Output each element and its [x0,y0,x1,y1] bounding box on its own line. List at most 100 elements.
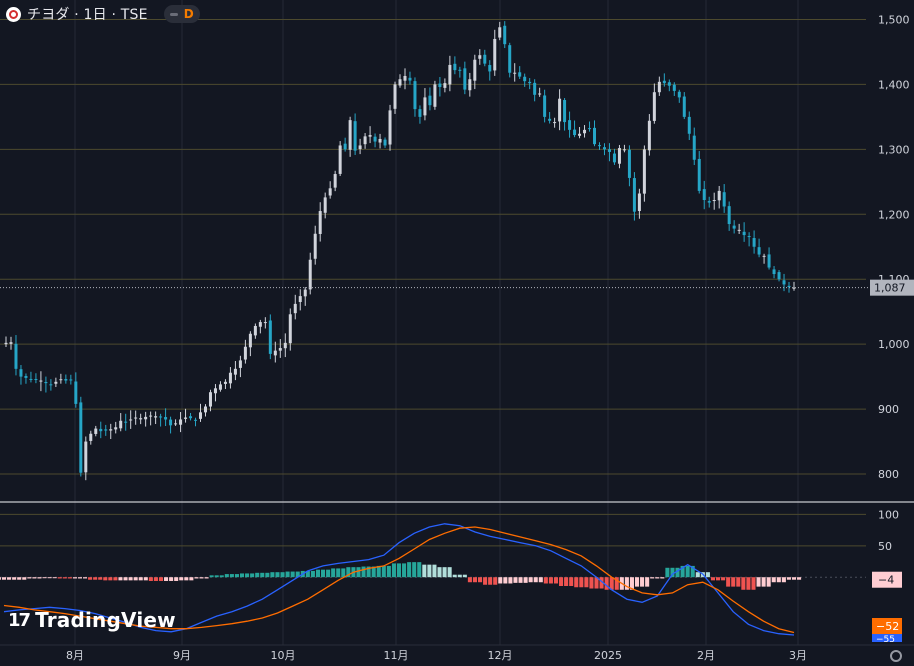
candle-body [503,25,507,45]
candle-body [263,322,267,324]
candle-body [164,417,168,420]
candle-body [563,99,567,123]
candle-body [308,259,312,290]
macd-histogram-bar [229,574,234,578]
macd-histogram-bar [437,567,442,578]
candle-body [19,369,23,377]
candle-body [478,55,482,59]
macd-histogram-bar [705,572,710,578]
candle-body [787,285,791,288]
interval-badge[interactable]: D [163,5,200,23]
macd-histogram-bar [361,566,366,578]
candle-body [363,136,367,145]
macd-histogram-bar [396,563,402,578]
macd-histogram-bar [148,577,153,581]
candle-body [343,143,347,150]
macd-histogram-bar [77,577,82,579]
candle-body [652,92,656,121]
candle-body [348,120,352,150]
macd-histogram-bar [751,577,756,590]
macd-histogram-bar [427,564,432,578]
candle-body [632,178,636,212]
price-tick-label: 1,500 [878,13,910,26]
candle-body [438,83,442,88]
macd-histogram-bar [88,577,93,580]
candle-body [124,421,128,423]
macd-histogram-bar [67,577,72,579]
candle-body [548,118,552,121]
candle-body [418,109,422,117]
candle-body [288,314,292,344]
last-price-value: 1,087 [874,282,906,295]
candle-body [777,272,781,280]
candle-body [278,348,282,351]
candle-body [338,145,342,174]
macd-histogram-bar [12,577,17,580]
macd-histogram-bar [381,565,386,578]
macd-histogram-bar [42,577,47,579]
macd-histogram-bar [756,577,761,587]
candle-body [707,201,711,203]
macd-histogram-bar [604,577,609,590]
macd-histogram-bar [224,574,229,578]
price-tick-label: 800 [878,468,899,481]
candlestick-chart[interactable]: 8009001,0001,1001,2001,3001,4001,5001,08… [0,0,914,666]
candle-body [74,381,78,404]
macd-histogram-bar [548,577,553,584]
macd-histogram-bar [128,577,133,581]
symbol-title[interactable]: チヨダ · 1日 · TSE [27,4,148,24]
macd-histogram-bar [553,577,559,584]
macd-histogram-bar [432,564,437,578]
candle-body [84,441,88,473]
macd-histogram-bar [493,577,498,585]
candle-body [318,211,322,234]
time-axis-label: 2月 [697,649,715,662]
macd-histogram-bar [199,577,204,579]
settings-gear-icon[interactable] [890,650,902,662]
time-axis-label: 11月 [384,649,409,662]
macd-histogram-bar [477,577,483,583]
time-axis-label: 12月 [488,649,513,662]
candle-body [493,38,497,71]
price-tick-label: 1,400 [878,78,910,91]
symbol-logo-icon[interactable] [6,6,21,22]
macd-histogram-bar [153,577,158,581]
macd-histogram-bar [204,577,209,579]
candle-body [218,384,222,390]
candle-body [44,381,48,384]
minus-icon [169,12,178,16]
macd-histogram-bar [569,577,574,586]
candle-body [174,423,178,425]
macd-histogram-bar [442,567,447,578]
macd-histogram-bar [391,563,396,578]
macd-histogram-bar [452,574,457,578]
candle-body [448,64,452,85]
candle-body [144,416,148,420]
candle-body [203,406,207,413]
candle-body [443,83,447,88]
candle-body [558,98,562,122]
candle-body [642,149,646,194]
macd-tick-label: 50 [878,540,892,553]
macd-histogram-bar [7,577,12,580]
candle-body [727,206,731,225]
candle-body [772,269,776,275]
candle-body [199,412,203,419]
candle-body [672,84,676,91]
candle-body [154,416,158,418]
candle-body [712,200,716,202]
candle-body [59,379,63,381]
candle-body [757,247,761,255]
macd-histogram-bar [498,577,503,584]
macd-histogram-bar [17,577,22,580]
candle-body [607,149,611,152]
tradingview-logo[interactable]: 17 TradingView [8,608,176,632]
macd-histogram-bar [285,571,290,578]
candle-body [268,320,272,354]
candle-body [403,75,407,81]
candle-body [752,238,756,247]
candle-body [54,381,58,384]
candle-body [333,174,337,188]
candle-body [303,289,307,297]
candle-body [463,68,467,90]
